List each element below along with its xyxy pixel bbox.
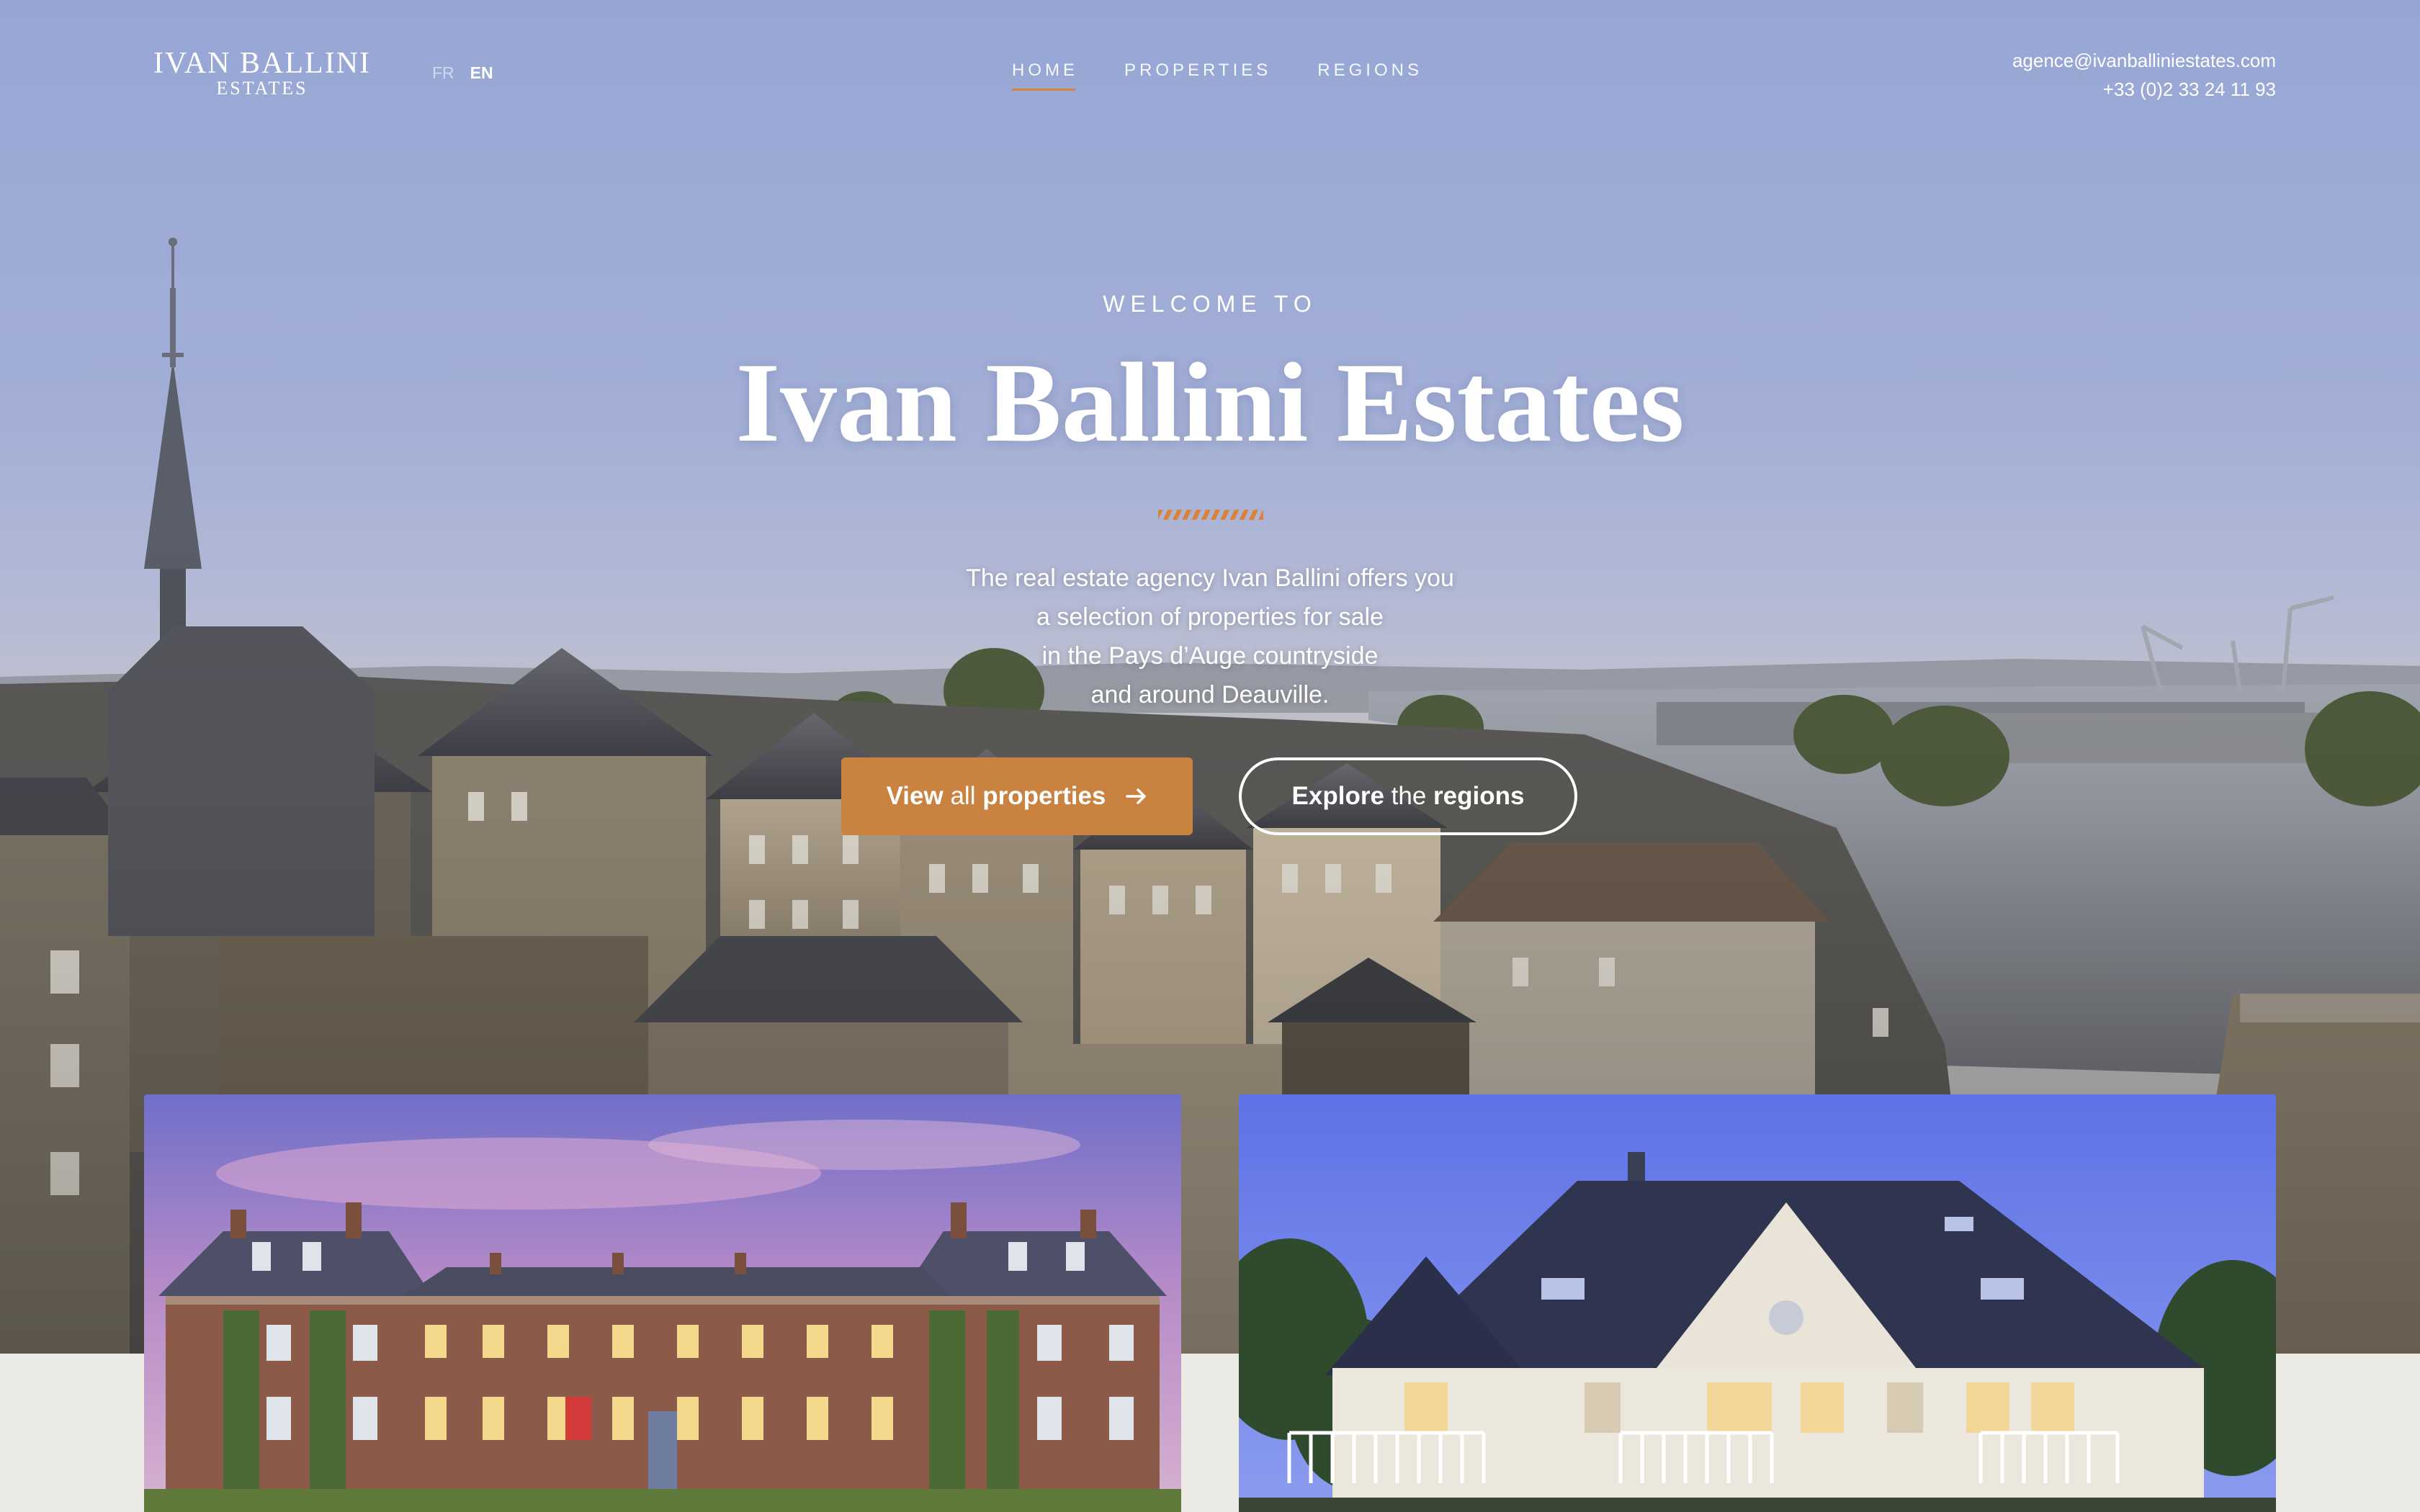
hero-intro-line: The real estate agency Ivan Ballini offe…	[966, 564, 1454, 592]
button-label-strong: Explore	[1291, 782, 1384, 810]
logo-line-1: IVAN BALLINI	[153, 47, 372, 80]
contact-email-link[interactable]: agence@ivanballiniestates.com	[2012, 46, 2276, 75]
property-photo-villa	[1239, 1094, 2276, 1512]
button-label-light: the	[1391, 782, 1427, 810]
site-logo[interactable]: IVAN BALLINI ESTATES	[147, 48, 377, 98]
contact-phone-link[interactable]: +33 (0)2 33 24 11 93	[2012, 75, 2276, 104]
page: IVAN BALLINI ESTATES FR EN HOME PROPERTI…	[0, 0, 2420, 1512]
nav-regions[interactable]: REGIONS	[1317, 60, 1422, 91]
language-en[interactable]: EN	[470, 63, 493, 83]
hero-intro-line: a selection of properties for sale	[1036, 603, 1384, 631]
property-photo-chateau	[144, 1094, 1181, 1512]
hero-intro-line: and around Deauville.	[1090, 681, 1330, 708]
nav-home[interactable]: HOME	[1012, 60, 1078, 91]
button-label-strong: properties	[982, 782, 1106, 810]
hero-intro: The real estate agency Ivan Ballini offe…	[0, 559, 2420, 714]
hero-intro-line: in the Pays d’Auge countryside	[1041, 642, 1379, 670]
nav-properties[interactable]: PROPERTIES	[1124, 60, 1271, 91]
button-label-light: all	[950, 782, 976, 810]
hero-eyebrow: WELCOME TO	[1103, 291, 1317, 317]
hero-title: Ivan Ballini Estates	[735, 340, 1685, 466]
header-contact: agence@ivanballiniestates.com +33 (0)2 3…	[2012, 46, 2276, 104]
main-nav: HOME PROPERTIES REGIONS	[1012, 60, 1422, 91]
arrow-right-icon	[1126, 788, 1147, 804]
explore-regions-button[interactable]: Explore the regions	[1239, 757, 1577, 835]
view-all-properties-button[interactable]: View all properties	[841, 757, 1193, 835]
button-label-strong: View	[886, 782, 944, 810]
language-fr[interactable]: FR	[432, 63, 454, 83]
button-label: Explore the regions	[1292, 782, 1525, 811]
property-card-villa[interactable]	[1239, 1094, 2276, 1512]
hero-divider	[1158, 510, 1263, 520]
button-label-strong: regions	[1433, 782, 1525, 810]
property-card-chateau[interactable]	[144, 1094, 1181, 1512]
logo-line-2: ESTATES	[216, 78, 308, 99]
language-switcher: FR EN	[432, 63, 493, 83]
button-label: View all properties	[887, 782, 1106, 811]
